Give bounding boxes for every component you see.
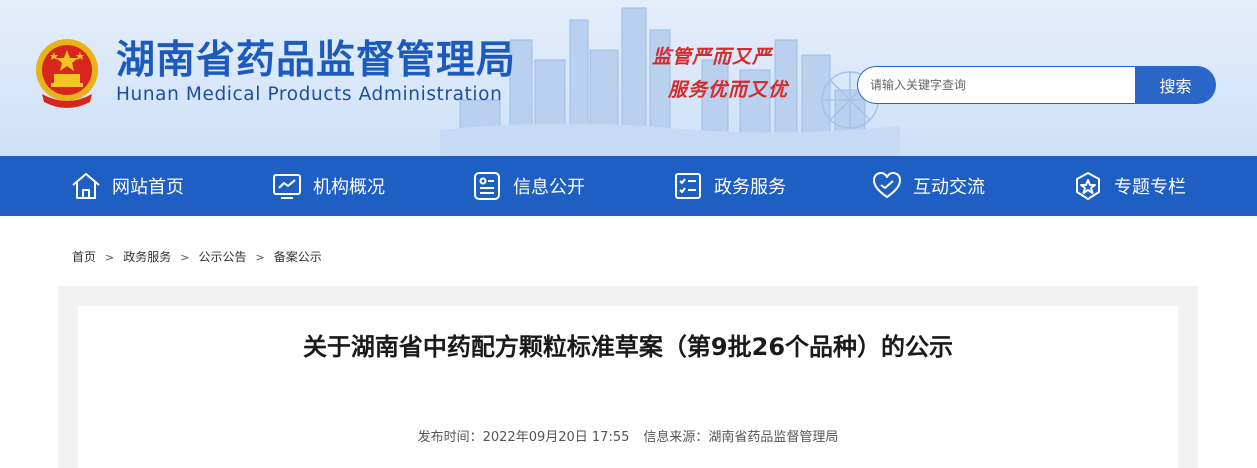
article-title: 关于湖南省中药配方颗粒标准草案（第9批26个品种）的公示 [302,333,954,361]
nav-item-gov-services[interactable]: 政务服务 [672,156,786,216]
search-button[interactable]: 搜索 [1135,66,1216,104]
slogan-line-1: 监管严而又严 [652,46,773,68]
nav-item-label: 政务服务 [714,177,786,198]
main-navbar: 网站首页 机构概况 信息公开 政务服务 互动交流 专题专栏 [0,156,1257,216]
publish-time-label: 发布时间： [417,430,483,445]
breadcrumb-link-home[interactable]: 首页 [72,250,96,264]
breadcrumb-separator-icon: > [105,251,115,264]
home-icon [70,170,102,202]
national-emblem-icon [36,39,98,108]
nav-item-label: 机构概况 [313,177,385,198]
chart-monitor-icon [271,170,303,202]
nav-item-info-disclosure[interactable]: 信息公开 [471,156,585,216]
info-card-icon [471,170,503,202]
nav-item-interaction[interactable]: 互动交流 [871,156,985,216]
star-badge-icon [1072,170,1104,202]
search-box: 搜索 [857,66,1216,104]
publish-time: 2022年09月20日 17:55 [482,430,630,445]
nav-item-about[interactable]: 机构概况 [271,156,385,216]
header-banner: 湖南省药品监督管理局 Hunan Medical Products Admini… [0,0,1257,156]
slogan-line-2: 服务优而又优 [668,79,789,101]
site-title: 湖南省药品监督管理局 [116,38,517,83]
breadcrumb: 首页 > 政务服务 > 公示公告 > 备案公示 [72,248,322,267]
article-source: 湖南省药品监督管理局 [708,430,839,445]
breadcrumb-link-gov-services[interactable]: 政务服务 [123,250,171,264]
nav-item-label: 互动交流 [913,177,985,198]
source-label: 信息来源： [643,430,709,445]
nav-item-label: 网站首页 [112,177,184,198]
breadcrumb-link-filing-notices[interactable]: 备案公示 [274,250,322,264]
breadcrumb-separator-icon: > [255,251,265,264]
search-input[interactable] [857,66,1147,104]
breadcrumb-link-announcements[interactable]: 公示公告 [198,250,246,264]
nav-item-special-topics[interactable]: 专题专栏 [1072,156,1186,216]
heart-hands-icon [871,170,903,202]
checklist-icon [672,170,704,202]
nav-item-label: 信息公开 [513,177,585,198]
nav-item-label: 专题专栏 [1114,177,1186,198]
site-subtitle: Hunan Medical Products Administration [116,84,503,105]
nav-item-home[interactable]: 网站首页 [70,156,184,216]
breadcrumb-separator-icon: > [180,251,190,264]
article-meta: 发布时间：2022年09月20日 17:55 信息来源：湖南省药品监督管理局 [78,429,1178,447]
